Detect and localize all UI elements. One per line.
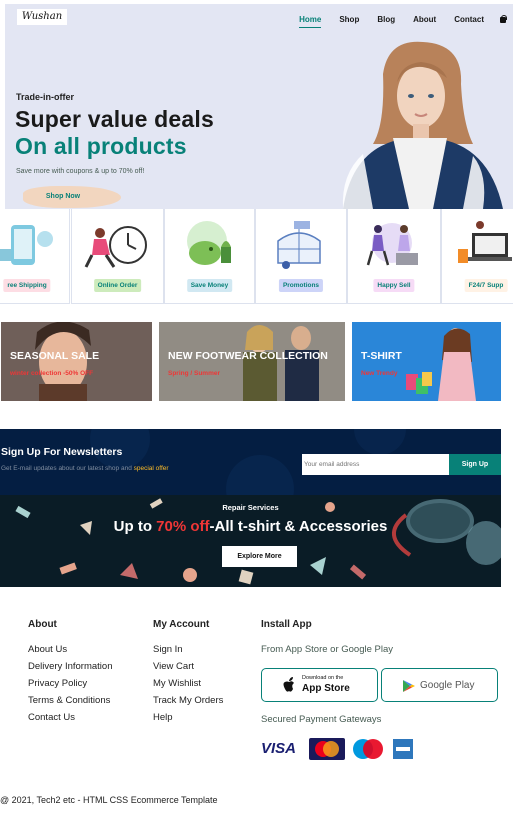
install-note: From App Store or Google Play [261,644,394,655]
footer-link[interactable]: Help [153,712,173,723]
repair-subtitle: Repair Services [222,503,279,512]
footer-link[interactable]: View Cart [153,661,194,672]
email-field[interactable] [302,454,449,475]
banner-subtitle: New Trendy [361,370,398,377]
hero-subtitle: Trade-in-offer [16,92,75,102]
apple-icon [283,677,294,692]
newsletter-title: Sign Up For Newsletters [1,446,123,458]
feature-promotions[interactable]: Promotions [255,209,347,304]
shop-now-button[interactable]: Shop Now [25,188,101,206]
app-store-small-label: Download on the [302,675,344,681]
support-illustration [458,221,512,263]
hero-title-line2: On all products [15,133,187,159]
footer-link[interactable]: Contact Us [28,712,75,723]
brand-logo[interactable]: Wushan [17,9,67,25]
banner-subtitle: Spring / Summer [168,370,221,377]
mastercard-logo [309,738,345,760]
banner-title: NEW FOOTWEAR COLLECTION [168,350,328,362]
save-money-illustration [187,221,231,265]
online-order-illustration [84,226,147,268]
feature-badge: Happy Sell [373,279,415,292]
payments-note: Secured Payment Gateways [261,714,382,725]
footer-link[interactable]: Sign In [153,644,183,655]
footer-about-title: About [28,619,57,630]
hero-model-image [313,34,513,209]
shopping-bag-icon[interactable] [499,15,507,23]
repair-title: Up to 70% off-All t-shirt & Accessories [113,518,388,535]
maestro-logo [353,739,383,759]
feature-happy-sell[interactable]: Happy Sell [347,209,441,304]
newsletter-section: Sign Up For Newsletters Get E-mail updat… [0,429,501,495]
feature-free-shipping[interactable]: ree Shipping [0,209,70,304]
happy-sell-illustration [366,223,418,266]
google-play-label: Google Play [420,680,475,691]
feature-badge: Online Order [93,279,142,292]
footer-link[interactable]: Delivery Information [28,661,112,672]
footer-account-title: My Account [153,619,210,630]
copyright-text: @ 2021, Tech2 etc - HTML CSS Ecommerce T… [0,795,218,805]
banner-seasonal-sale[interactable]: SEASONAL SALE winter collection -50% OFF [1,322,152,401]
visa-logo: VISA [261,740,297,757]
nav-link-about[interactable]: About [413,15,436,24]
feature-badge: Save Money [186,279,233,292]
nav-link-contact[interactable]: Contact [454,15,484,24]
google-play-button[interactable]: Google Play [381,668,498,702]
hero-title-line1: Super value deals [15,106,214,132]
banner-title: SEASONAL SALE [10,350,100,362]
american-express-logo [393,739,413,759]
banner-tshirt[interactable]: T-SHIRT New Trendy [352,322,501,401]
features-strip: ree Shipping Online Order Save Money Pro… [0,209,513,305]
feature-save-money[interactable]: Save Money [164,209,255,304]
google-play-icon [403,680,415,692]
footer-install-title: Install App [261,619,312,630]
nav-link-shop[interactable]: Shop [339,15,359,24]
navbar: Wushan Home Shop Blog About Contact [5,4,513,34]
hero-section: Trade-in-offer Super value deals On all … [5,34,513,209]
explore-more-button[interactable]: Explore More [222,546,297,567]
feature-online-order[interactable]: Online Order [71,209,164,304]
repair-services-banner: Repair Services Up to 70% off-All t-shir… [0,495,501,587]
banner-subtitle: winter collection -50% OFF [10,370,94,377]
promotions-illustration [277,221,321,269]
nav-link-home[interactable]: Home [299,15,322,28]
footer-link[interactable]: Track My Orders [153,695,223,706]
feature-badge: F24/7 Supp [464,279,508,292]
hero-text: Save more with coupons & up to 70% off! [16,168,145,175]
footer-link[interactable]: About Us [28,644,67,655]
banner-title: T-SHIRT [361,350,402,362]
feature-badge: ree Shipping [3,279,51,292]
sign-up-button[interactable]: Sign Up [449,454,501,475]
footer-link[interactable]: My Wishlist [153,678,201,689]
banner-new-footwear[interactable]: NEW FOOTWEAR COLLECTION Spring / Summer [159,322,345,401]
app-store-label: App Store [302,683,350,694]
newsletter-text: Get E-mail updates about our latest shop… [1,465,169,472]
feature-badge: Promotions [278,279,324,292]
footer-link[interactable]: Privacy Policy [28,678,87,689]
nav-link-blog[interactable]: Blog [377,15,395,24]
app-store-button[interactable]: Download on the App Store [261,668,378,702]
free-shipping-illustration [0,225,53,265]
nav-links: Home Shop Blog About Contact [290,4,507,34]
feature-support[interactable]: F24/7 Supp [441,209,513,304]
footer-link[interactable]: Terms & Conditions [28,695,110,706]
